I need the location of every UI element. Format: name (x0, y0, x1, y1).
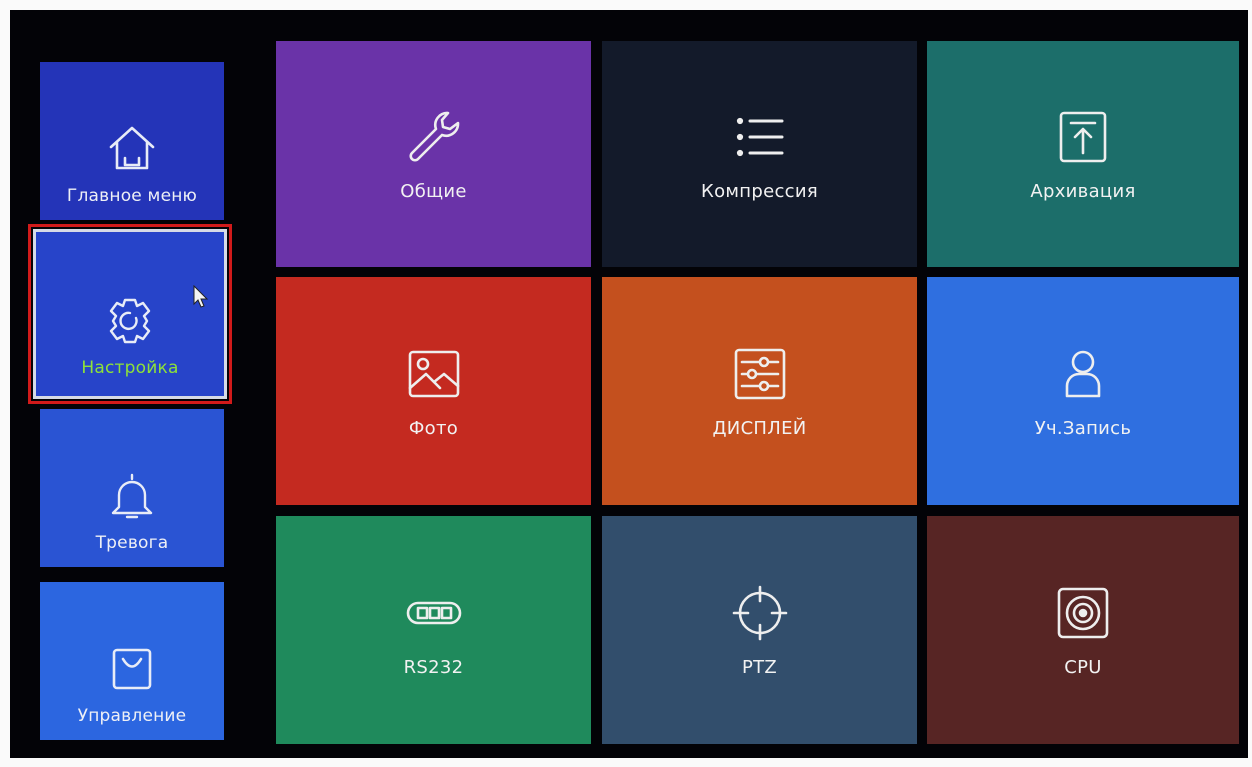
bell-icon (111, 473, 153, 519)
tile-compression[interactable]: Компрессия (602, 41, 917, 267)
sidebar-item-label: Настройка (81, 358, 179, 378)
sidebar-item-management[interactable]: Управление (40, 582, 224, 740)
sidebar-item-main-menu[interactable]: Главное меню (40, 62, 224, 220)
sidebar-item-settings[interactable]: Настройка (28, 224, 232, 404)
tile-label: Компрессия (701, 180, 818, 202)
tile-label: RS232 (403, 656, 464, 678)
sidebar-item-alarm[interactable]: Тревога (40, 409, 224, 567)
tile-label: PTZ (741, 656, 778, 678)
tile-label: ДИСПЛЕЙ (712, 417, 807, 439)
tile-rs232[interactable]: RS232 (276, 516, 591, 744)
tile-account[interactable]: Уч.Запись (927, 277, 1239, 505)
port-icon (406, 601, 461, 624)
tile-ptz[interactable]: PTZ (602, 516, 917, 744)
tile-label: Фото (408, 417, 459, 439)
speaker-icon (1057, 587, 1109, 638)
sidebar-item-label: Главное меню (66, 186, 198, 206)
image-icon (408, 350, 459, 397)
sidebar-item-label: Тревога (95, 533, 169, 553)
list-icon (736, 117, 783, 156)
home-icon (109, 126, 155, 170)
tile-display[interactable]: ДИСПЛЕЙ (602, 277, 917, 505)
upload-icon (1059, 111, 1107, 162)
wrench-icon (408, 111, 459, 162)
bag-icon (112, 648, 152, 690)
sliders-icon (734, 348, 785, 399)
mouse-cursor-icon (193, 285, 209, 308)
sidebar-item-label: Управление (77, 706, 187, 726)
tile-cpu[interactable]: CPU (927, 516, 1239, 744)
crosshair-icon (732, 585, 787, 640)
tile-label: Общие (400, 180, 467, 202)
tile-photo[interactable]: Фото (276, 277, 591, 505)
tile-label: Архивация (1030, 180, 1136, 202)
user-icon (1065, 350, 1101, 397)
tile-backup[interactable]: Архивация (927, 41, 1239, 267)
tile-general[interactable]: Общие (276, 41, 591, 267)
tile-label: Уч.Запись (1034, 417, 1132, 439)
tile-label: CPU (1064, 656, 1102, 678)
gear-icon (109, 298, 151, 344)
